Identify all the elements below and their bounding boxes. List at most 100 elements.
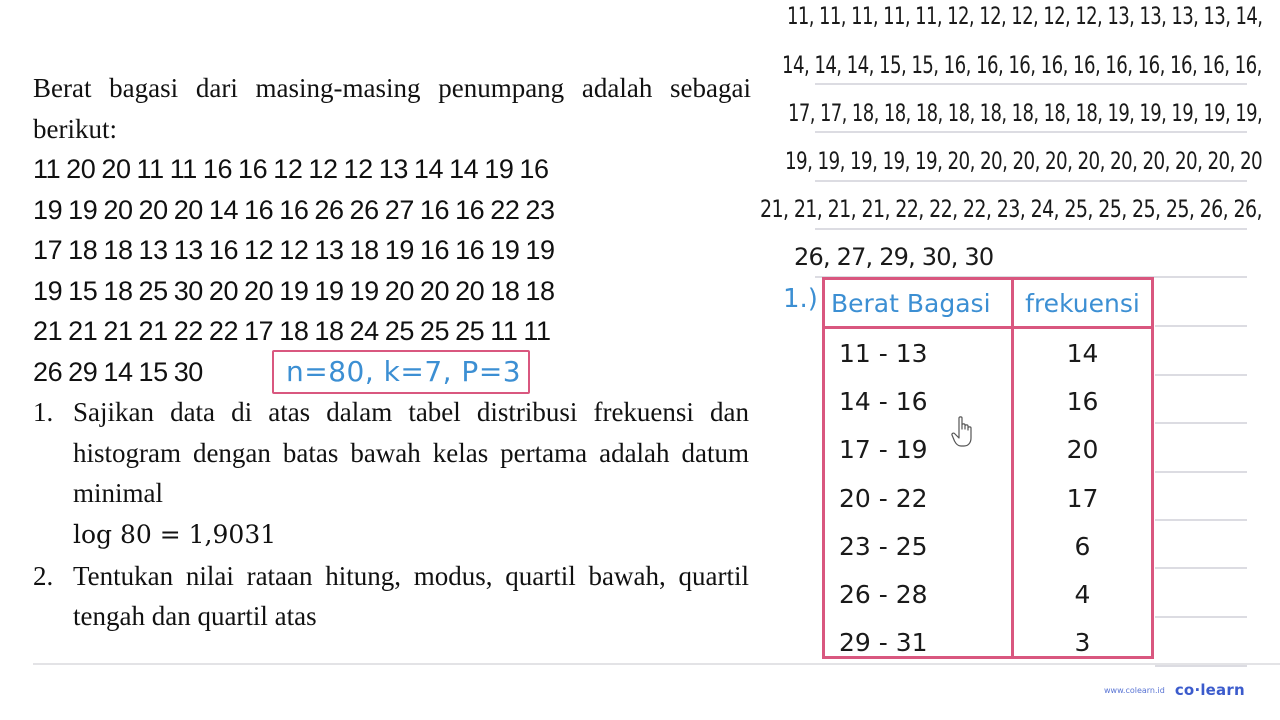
class-frequency: 6: [1074, 531, 1091, 561]
given-annotation: n=80, k=7, P=3: [272, 350, 530, 394]
data-value: 11: [136, 154, 165, 184]
data-value: 12: [244, 235, 274, 265]
question-intro: Berat bagasi dari masing-masing penumpan…: [33, 73, 751, 144]
data-value: 26: [349, 194, 380, 225]
class-frequency: 20: [1066, 435, 1099, 465]
data-value: 20: [173, 194, 204, 225]
raw-data-row: 19 15 18 25 30 20 20 19 19 19 20 20 20 18 18: [33, 271, 753, 312]
table-row: 11 - 13 14: [825, 326, 1151, 377]
brand-url: www.colearn.id: [1104, 685, 1165, 695]
data-value: 22: [173, 316, 204, 346]
data-value: 20: [66, 154, 96, 184]
table-row: 23 - 25 6: [825, 519, 1151, 570]
data-value: 20: [384, 275, 415, 306]
brand-logo: co·learn: [1174, 681, 1245, 699]
data-value: 16: [519, 154, 549, 184]
raw-data-row: 21 21 21 21 22 22 17 18 18 24 25 25 25 11 11: [33, 311, 753, 352]
data-value: 18: [68, 235, 98, 265]
data-value: 11: [490, 316, 518, 346]
ruled-line: [815, 131, 1247, 133]
data-value: 14: [208, 194, 239, 225]
ruled-line: [1155, 519, 1247, 521]
task-list: 1. Sajikan data di atas dalam tabel dist…: [33, 392, 753, 637]
data-value: 12: [343, 154, 374, 184]
data-value: 25: [455, 316, 485, 346]
data-value: 16: [455, 235, 485, 265]
data-value: 20: [101, 154, 131, 184]
data-value: 18: [314, 316, 344, 346]
data-value: 12: [279, 235, 309, 265]
data-value: 19: [384, 235, 415, 265]
data-value: 16: [419, 194, 450, 225]
class-interval: 11 - 13: [839, 338, 928, 368]
ruled-line: [1155, 567, 1247, 569]
data-value: 20: [138, 194, 169, 225]
data-value: 17: [244, 316, 274, 346]
data-value: 20: [208, 275, 239, 306]
header-class: Berat Bagasi: [831, 288, 991, 318]
data-value: 18: [490, 275, 520, 306]
task-item: 1. Sajikan data di atas dalam tabel dist…: [33, 392, 753, 556]
data-value: 26: [314, 194, 344, 225]
data-value: 11: [523, 316, 551, 346]
table-row: 29 - 31 3: [825, 616, 1151, 667]
class-interval: 29 - 31: [839, 628, 928, 658]
sorted-data-line: 14, 14, 14, 15, 15, 16, 16, 16, 16, 16, …: [782, 51, 1262, 79]
data-value: 19: [68, 194, 98, 225]
data-value: 23: [525, 194, 555, 225]
data-value: 21: [33, 316, 63, 346]
data-value: 11: [169, 154, 198, 184]
data-value: 15: [138, 356, 169, 387]
data-value: 20: [244, 275, 274, 306]
data-value: 19: [314, 275, 344, 306]
data-value: 16: [208, 235, 239, 265]
data-value: 16: [202, 154, 233, 184]
header-frequency: frekuensi: [1025, 288, 1140, 318]
data-value: 14: [413, 154, 444, 184]
data-value: 18: [525, 275, 555, 306]
data-value: 12: [308, 154, 338, 184]
data-value: 13: [138, 235, 169, 265]
ruled-line: [815, 83, 1247, 85]
data-value: 13: [378, 154, 409, 184]
hand-pointer-cursor-icon: [951, 416, 972, 447]
data-value: 16: [455, 194, 485, 225]
data-value: 15: [68, 275, 98, 306]
sorted-data-line: 17, 17, 18, 18, 18, 18, 18, 18, 18, 18, …: [788, 99, 1263, 127]
data-value: 25: [384, 316, 415, 346]
class-interval: 17 - 19: [839, 435, 928, 465]
raw-data-row: 19 19 20 20 20 14 16 16 26 26 27 16 16 22 23: [33, 190, 753, 231]
data-value: 13: [314, 235, 344, 265]
data-value: 17: [33, 235, 63, 265]
ruled-line: [1155, 422, 1247, 424]
data-value: 21: [68, 316, 98, 346]
class-interval: 26 - 28: [839, 580, 928, 610]
class-frequency: 3: [1074, 628, 1091, 658]
data-value: 20: [103, 194, 133, 225]
data-value: 19: [33, 275, 63, 306]
data-value: 25: [419, 316, 450, 346]
data-value: 19: [525, 235, 555, 265]
frequency-table: Berat Bagasi frekuensi 11 - 13 14 14 - 16 1…: [822, 277, 1154, 659]
ruled-line: [1155, 471, 1247, 473]
task-number: 2.: [33, 560, 54, 591]
table-row: 14 - 16 16: [825, 374, 1151, 425]
brand-footer: www.colearn.id co·learn: [1104, 681, 1245, 699]
data-value: 14: [103, 356, 133, 387]
table-row: 26 - 28 4: [825, 568, 1151, 619]
data-value: 18: [279, 316, 309, 346]
task-item: 2. Tentukan nilai rataan hitung, modus, …: [33, 556, 753, 637]
class-frequency: 16: [1066, 386, 1099, 416]
data-value: 16: [279, 194, 309, 225]
sorted-data-line: 21, 21, 21, 21, 22, 22, 22, 23, 24, 25, …: [760, 195, 1263, 223]
data-value: 20: [419, 275, 450, 306]
class-interval: 23 - 25: [839, 531, 928, 561]
data-value: 27: [384, 194, 415, 225]
data-value: 16: [244, 194, 274, 225]
sorted-data-line: 26, 27, 29, 30, 30: [794, 243, 994, 271]
task-text: Sajikan data di atas dalam tabel distrib…: [73, 397, 749, 508]
data-value: 16: [238, 154, 268, 184]
data-value: 21: [138, 316, 169, 346]
ruled-line: [1155, 374, 1247, 376]
class-interval: 20 - 22: [839, 483, 928, 513]
